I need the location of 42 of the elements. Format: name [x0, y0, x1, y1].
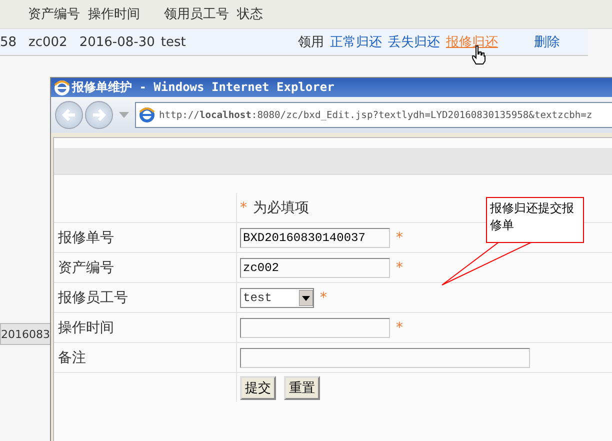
action-link[interactable]: 丢失归还: [388, 33, 440, 51]
field-label: 操作时间: [54, 313, 237, 342]
form-button[interactable]: 提交: [240, 376, 276, 400]
dropdown-caret-icon[interactable]: [119, 112, 129, 118]
forward-button[interactable]: [85, 101, 113, 129]
required-mark: *: [396, 320, 403, 336]
column-header: 状态: [237, 6, 263, 23]
table-cell: zc002: [28, 34, 68, 50]
required-mark: *: [320, 290, 327, 306]
address-bar[interactable]: http://localhost:8080/zc/bxd_Edit.jsp?textlydh=LYD20160830135958&textzcbh=z: [135, 102, 612, 128]
input-field[interactable]: BXD20160830140037: [240, 228, 390, 248]
page-icon: [139, 107, 155, 123]
field-label: 报修单号: [54, 223, 237, 252]
table-cell: 2016083: [1, 328, 50, 340]
form-button[interactable]: 重置: [284, 376, 320, 400]
input-field[interactable]: [240, 348, 530, 368]
callout-box: 报修归还提交报修单: [486, 197, 584, 243]
table-cell: 2016-08-30: [79, 34, 155, 50]
column-header: 领用员工号: [164, 6, 229, 23]
status-text: 领用: [298, 34, 324, 51]
required-note: 为必填项: [253, 198, 309, 216]
field-label: 备注: [54, 343, 237, 372]
field-label: 报修员工号: [54, 283, 237, 312]
required-mark: *: [396, 230, 403, 246]
browser-logo-icon: [54, 80, 70, 96]
dropdown-arrow-icon[interactable]: [299, 290, 313, 306]
left-arrow-icon: [62, 109, 76, 121]
field-label: 资产编号: [54, 253, 237, 282]
required-mark: *: [396, 260, 403, 276]
back-button[interactable]: [55, 101, 83, 129]
table-cell: 58: [0, 34, 17, 50]
input-field[interactable]: zc002: [240, 258, 390, 278]
action-link[interactable]: 删除: [534, 33, 560, 51]
action-link[interactable]: 正常归还: [330, 33, 382, 51]
column-header: 操作时间: [88, 6, 140, 23]
window-title: 报修单维护 - Windows Internet Explorer: [72, 79, 334, 96]
column-header: 资产编号: [28, 6, 80, 23]
table-cell: test: [160, 34, 186, 50]
select-field[interactable]: test: [240, 288, 314, 308]
right-arrow-icon: [92, 109, 106, 121]
required-mark: *: [240, 200, 247, 216]
input-field[interactable]: [240, 318, 390, 338]
